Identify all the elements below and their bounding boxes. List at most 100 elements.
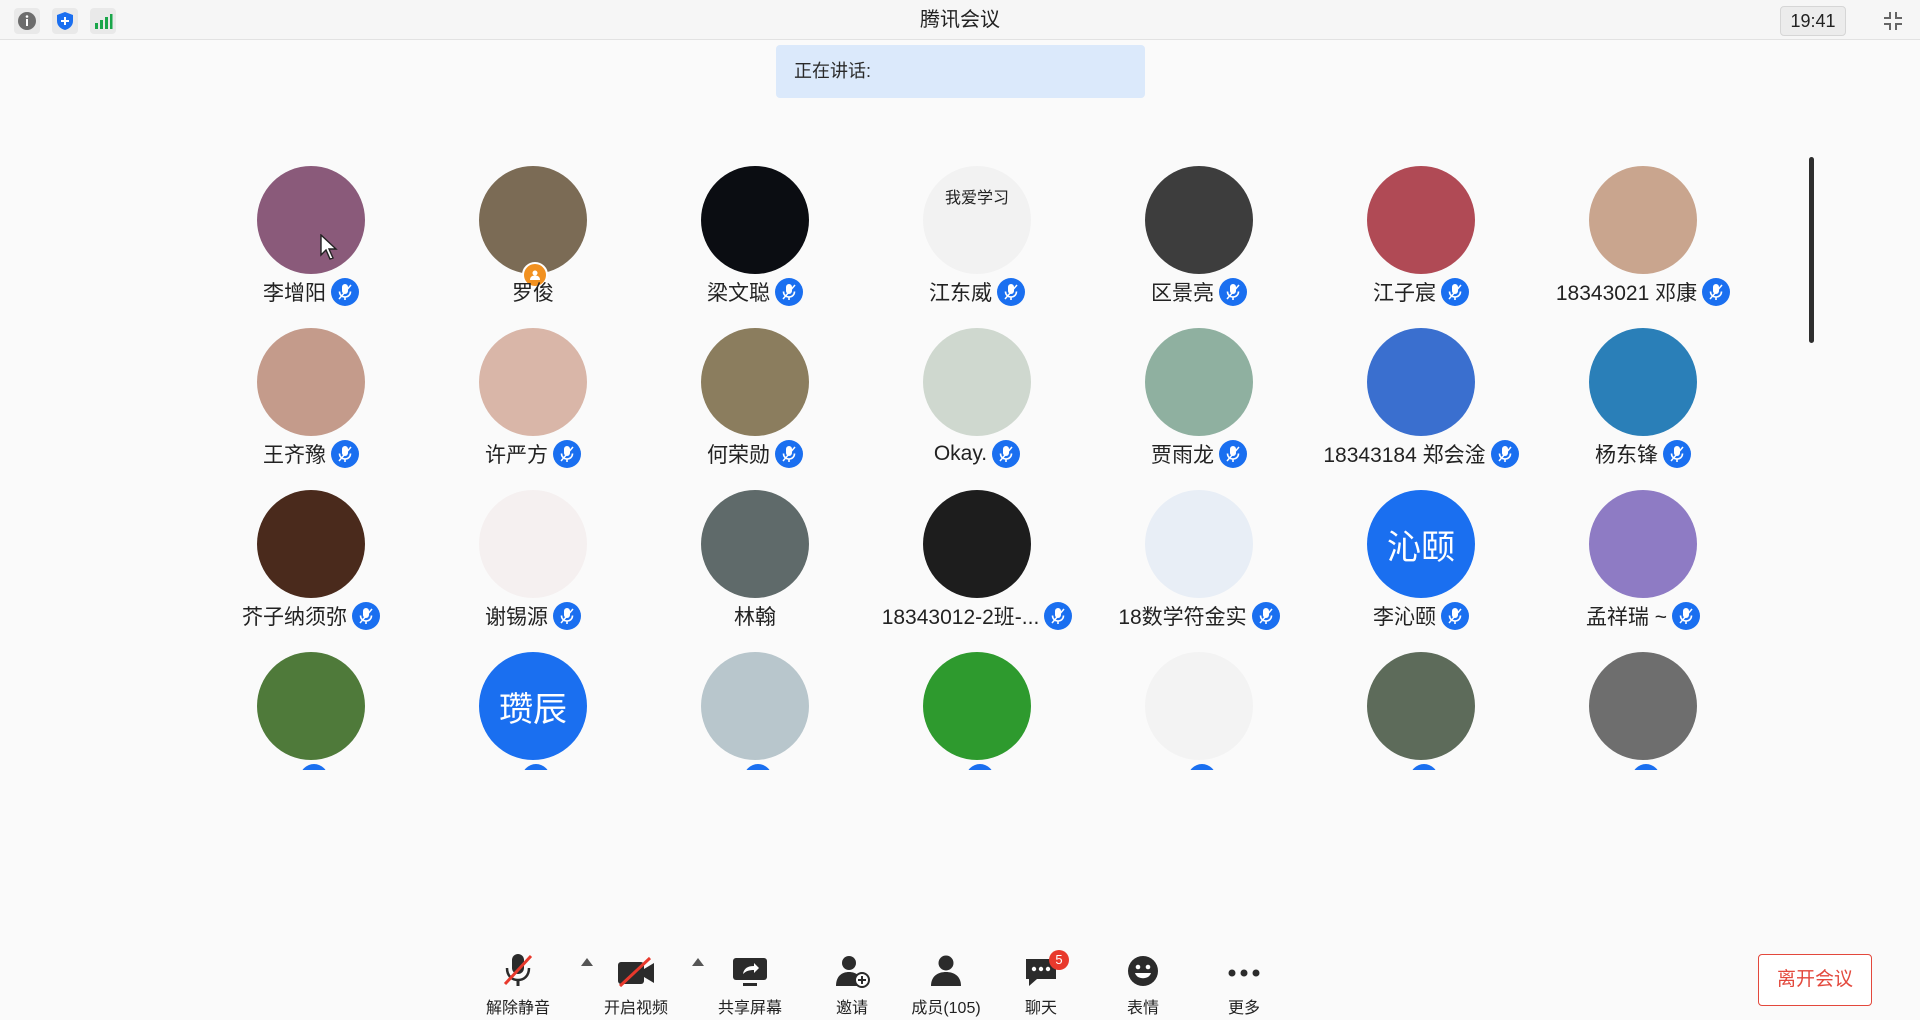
participant-name-row [1310, 763, 1532, 770]
mic-muted-icon [1441, 602, 1469, 630]
participant-name: 罗俊 [512, 282, 554, 305]
grid-scrollbar[interactable] [1809, 157, 1814, 343]
camera-off-icon [588, 948, 684, 988]
participant-name-row: 贾雨龙 [1088, 439, 1310, 469]
mic-muted-icon [1409, 764, 1438, 770]
participant-tile[interactable]: 孟祥瑞 ~ [1532, 490, 1730, 652]
participant-name: 谢锡源 [485, 606, 548, 629]
participant-name-row: 孟祥瑞 ~ [1532, 601, 1730, 631]
participant-name: 杨东锋 [1595, 444, 1658, 467]
members-button[interactable]: 成员(105) [898, 948, 994, 1017]
title-bar: 腾讯会议 19:41 [0, 0, 1920, 40]
participant-tile[interactable]: 罗俊 [422, 166, 644, 328]
participant-tile[interactable]: 18数学符金实 [1088, 490, 1310, 652]
invite-label: 邀请 [835, 1000, 868, 1017]
participant-tile[interactable]: 区景亮 [1088, 166, 1310, 328]
mic-muted-icon [775, 278, 803, 306]
mic-muted-icon [470, 948, 566, 988]
participant-name: 许严方 [485, 444, 548, 467]
participant-name-row: 18343021 邓康 [1532, 277, 1730, 307]
participant-avatar [1367, 652, 1475, 760]
participant-name-row: 许严方 [422, 439, 644, 469]
participant-name-row: 梁文聪 [644, 277, 866, 307]
participant-name-row: 罗俊 [422, 277, 644, 307]
participant-tile[interactable]: 王齐豫 [200, 328, 422, 490]
meeting-clock: 19:41 [1780, 6, 1846, 36]
mic-muted-icon [352, 602, 380, 630]
participant-tile[interactable] [866, 652, 1088, 770]
participant-tile[interactable]: 芥子纳须弥 [200, 490, 422, 652]
members-icon [898, 948, 994, 988]
mic-muted-icon [521, 764, 550, 770]
share-screen-button[interactable]: 共享屏幕 [702, 948, 798, 1017]
mic-muted-icon [965, 764, 994, 770]
participant-name-row: 18343184 郑会淦 [1310, 439, 1532, 469]
participant-avatar: 我爱学习 [923, 166, 1031, 274]
chat-bubble-icon [993, 948, 1089, 988]
participant-tile[interactable]: Okay. [866, 328, 1088, 490]
participant-avatar [701, 490, 809, 598]
start-video-label: 开启视频 [603, 1000, 668, 1017]
participant-avatar [257, 652, 365, 760]
participant-name-row: 何荣勋 [644, 439, 866, 469]
reactions-button[interactable]: 表情 [1095, 948, 1191, 1017]
mic-muted-icon [992, 440, 1021, 468]
fullscreen-icon[interactable] [1880, 8, 1906, 34]
participant-avatar [923, 490, 1031, 598]
participant-name: 何荣勋 [707, 444, 770, 467]
participant-name-row: Okay. [866, 439, 1088, 469]
participant-tile[interactable]: 沁颐李沁颐 [1310, 490, 1532, 652]
participant-avatar [479, 166, 587, 274]
participant-tile[interactable] [644, 652, 866, 770]
mic-muted-icon [1702, 278, 1730, 306]
reactions-label: 表情 [1126, 1000, 1159, 1017]
participant-avatar [479, 490, 587, 598]
participant-tile[interactable]: 贾雨龙 [1088, 328, 1310, 490]
participant-tile[interactable]: 梁文聪 [644, 166, 866, 328]
participant-name: 李沁颐 [1373, 606, 1436, 629]
mic-muted-icon [1219, 278, 1247, 306]
participant-name: 18343021 邓康 [1555, 282, 1698, 305]
participant-name-row: 王齐豫 [200, 439, 422, 469]
participant-tile[interactable] [1088, 652, 1310, 770]
participant-avatar [701, 328, 809, 436]
participant-avatar [923, 652, 1031, 760]
participant-tile[interactable] [1310, 652, 1532, 770]
participant-tile[interactable]: 我爱学习 江东威 [866, 166, 1088, 328]
participant-tile[interactable]: 林翰 [644, 490, 866, 652]
chat-unread-badge: 5 [1049, 950, 1069, 970]
participant-tile[interactable] [200, 652, 422, 770]
participant-tile[interactable]: 许严方 [422, 328, 644, 490]
participant-name: 王齐豫 [263, 444, 326, 467]
members-label: 成员(105) [911, 1000, 981, 1017]
unmute-label: 解除静音 [485, 1000, 550, 1017]
mic-muted-icon [331, 278, 359, 306]
mic-muted-icon [1490, 440, 1519, 468]
leave-meeting-button[interactable]: 离开会议 [1758, 954, 1872, 1006]
participant-tile[interactable]: 18343012-2班-... [866, 490, 1088, 652]
participant-tile[interactable]: 江子宸 [1310, 166, 1532, 328]
unmute-button[interactable]: 解除静音 [470, 948, 566, 1017]
participant-tile[interactable]: 谢锡源 [422, 490, 644, 652]
participant-avatar [1145, 490, 1253, 598]
smiley-icon [1095, 948, 1191, 988]
participant-avatar: 沁颐 [1367, 490, 1475, 598]
more-button[interactable]: 更多 [1196, 948, 1292, 1017]
participant-name-row: 谢锡源 [422, 601, 644, 631]
chat-button[interactable]: 5 聊天 [993, 948, 1089, 1017]
invite-button[interactable]: 邀请 [804, 948, 900, 1017]
start-video-button[interactable]: 开启视频 [588, 948, 684, 1017]
participant-name: 孟祥瑞 ~ [1585, 606, 1668, 629]
participant-avatar [257, 328, 365, 436]
mouse-cursor-icon [320, 233, 338, 265]
participant-avatar [923, 328, 1031, 436]
participant-tile[interactable]: 18343184 郑会淦 [1310, 328, 1532, 490]
participant-tile[interactable]: 瓒辰 [422, 652, 644, 770]
participant-avatar [1589, 328, 1697, 436]
participant-tile[interactable] [1532, 652, 1730, 770]
participant-tile[interactable]: 何荣勋 [644, 328, 866, 490]
participant-tile[interactable]: 18343021 邓康 [1532, 166, 1730, 328]
speaking-indicator: 正在讲话: [776, 45, 1145, 98]
participant-tile[interactable]: 杨东锋 [1532, 328, 1730, 490]
participant-tile[interactable]: 李增阳 [200, 166, 422, 328]
